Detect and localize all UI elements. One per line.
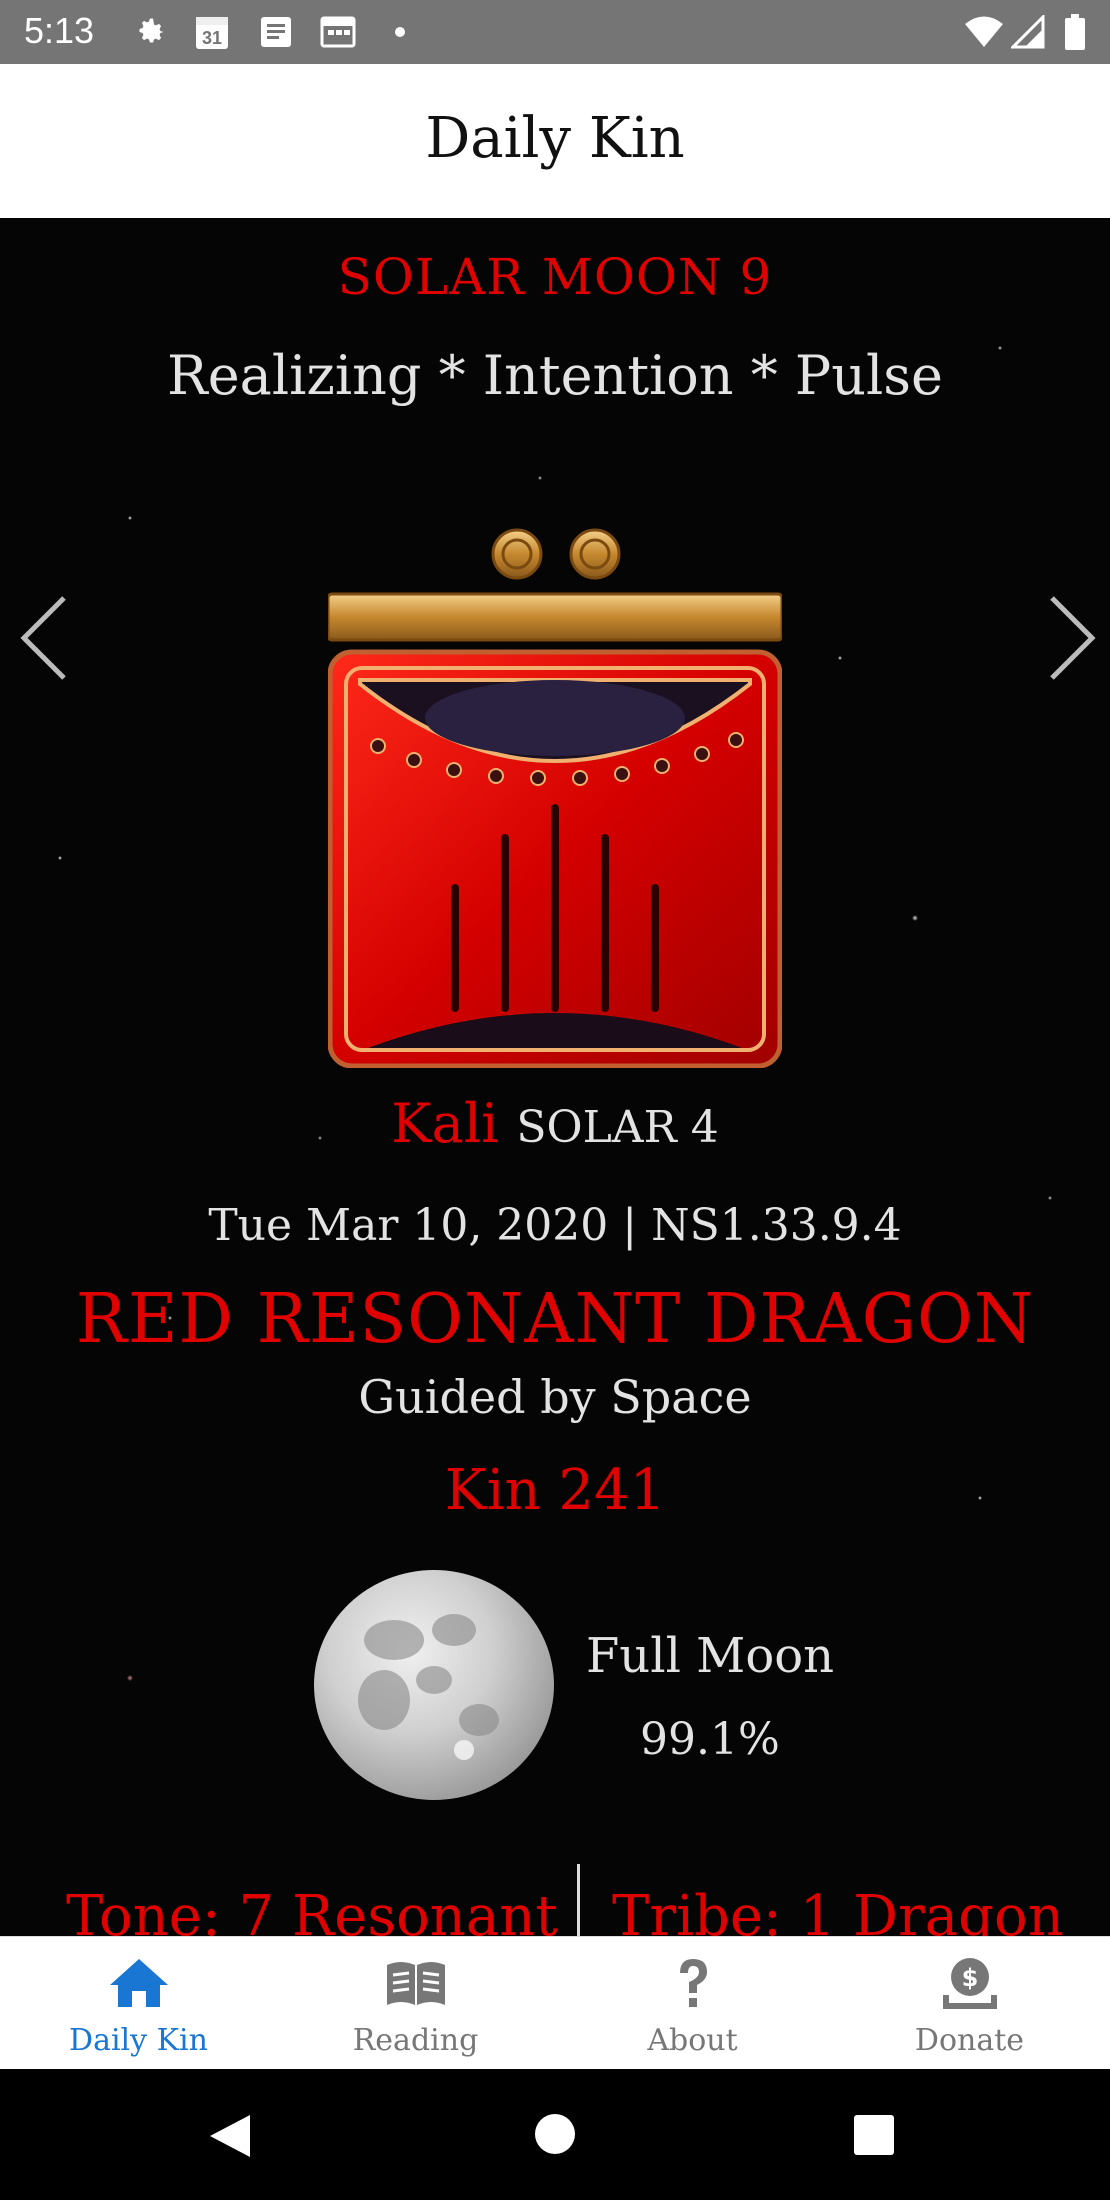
moon-image	[314, 1570, 554, 1800]
date-line: Tue Mar 10, 2020 | NS1.33.9.4	[208, 1200, 902, 1251]
tab-label: Reading	[352, 2023, 479, 2058]
status-bar: 5:13 31	[0, 0, 1110, 64]
affirmation-text: Realizing * Intention * Pulse	[167, 344, 943, 407]
calendar-31-icon: 31	[192, 14, 232, 50]
home-icon	[110, 1959, 168, 2007]
daily-kin-content: SOLAR MOON 9 Realizing * Intention * Pul…	[0, 218, 1110, 1936]
moon-phase-name: Full Moon	[586, 1628, 835, 1684]
tab-daily-kin[interactable]: Daily Kin	[0, 1937, 277, 2070]
moon-heading: SOLAR MOON 9	[337, 248, 773, 306]
document-icon	[256, 14, 296, 50]
back-icon[interactable]	[208, 2113, 252, 2159]
page-title: Daily Kin	[425, 106, 685, 171]
donate-icon: $	[943, 1958, 997, 2009]
svg-text:$: $	[962, 1964, 979, 1992]
home-circle-icon[interactable]	[534, 2113, 576, 2155]
calendar-grid-icon	[318, 14, 358, 50]
red-dragon-glyph-icon	[326, 508, 784, 1069]
tab-label: About	[647, 2023, 738, 2058]
gear-icon	[130, 14, 170, 50]
plasma-name: Kali	[391, 1092, 499, 1155]
status-time: 5:13	[24, 10, 95, 51]
divider	[577, 1864, 580, 1936]
tab-label: Daily Kin	[69, 2023, 208, 2058]
tab-donate[interactable]: $ Donate	[831, 1937, 1108, 2070]
system-navigation-bar	[0, 2069, 1110, 2200]
signal-icon	[1010, 14, 1046, 50]
kin-number: Kin 241	[444, 1458, 666, 1523]
tribe-label: Tribe: 1 Dragon	[612, 1884, 1064, 1936]
tab-reading[interactable]: Reading	[277, 1937, 554, 2070]
previous-day-button[interactable]	[16, 588, 76, 688]
tab-label: Donate	[914, 2023, 1025, 2058]
moon-illumination: 99.1%	[640, 1714, 780, 1765]
question-icon	[680, 1959, 707, 2007]
plasma-row: Kali SOLAR 4	[0, 1092, 1110, 1155]
kin-name: RED RESONANT DRAGON	[75, 1280, 1035, 1359]
bottom-navigation: Daily Kin Reading About $ Donate	[0, 1936, 1110, 2070]
recents-icon[interactable]	[854, 2115, 894, 2155]
battery-icon	[1060, 14, 1090, 50]
wifi-icon	[962, 14, 1006, 50]
book-icon	[387, 1962, 445, 2005]
chevron-right-icon	[1050, 596, 1096, 680]
app-bar: Daily Kin	[0, 64, 1110, 219]
tone-label: Tone: 7 Resonant	[66, 1884, 558, 1936]
dot-icon	[390, 14, 410, 50]
plasma-detail: SOLAR 4	[516, 1102, 719, 1153]
guided-by: Guided by Space	[358, 1370, 752, 1424]
next-day-button[interactable]	[1040, 588, 1100, 688]
tab-about[interactable]: About	[554, 1937, 831, 2070]
chevron-left-icon	[20, 596, 66, 680]
svg-text:31: 31	[202, 28, 222, 48]
